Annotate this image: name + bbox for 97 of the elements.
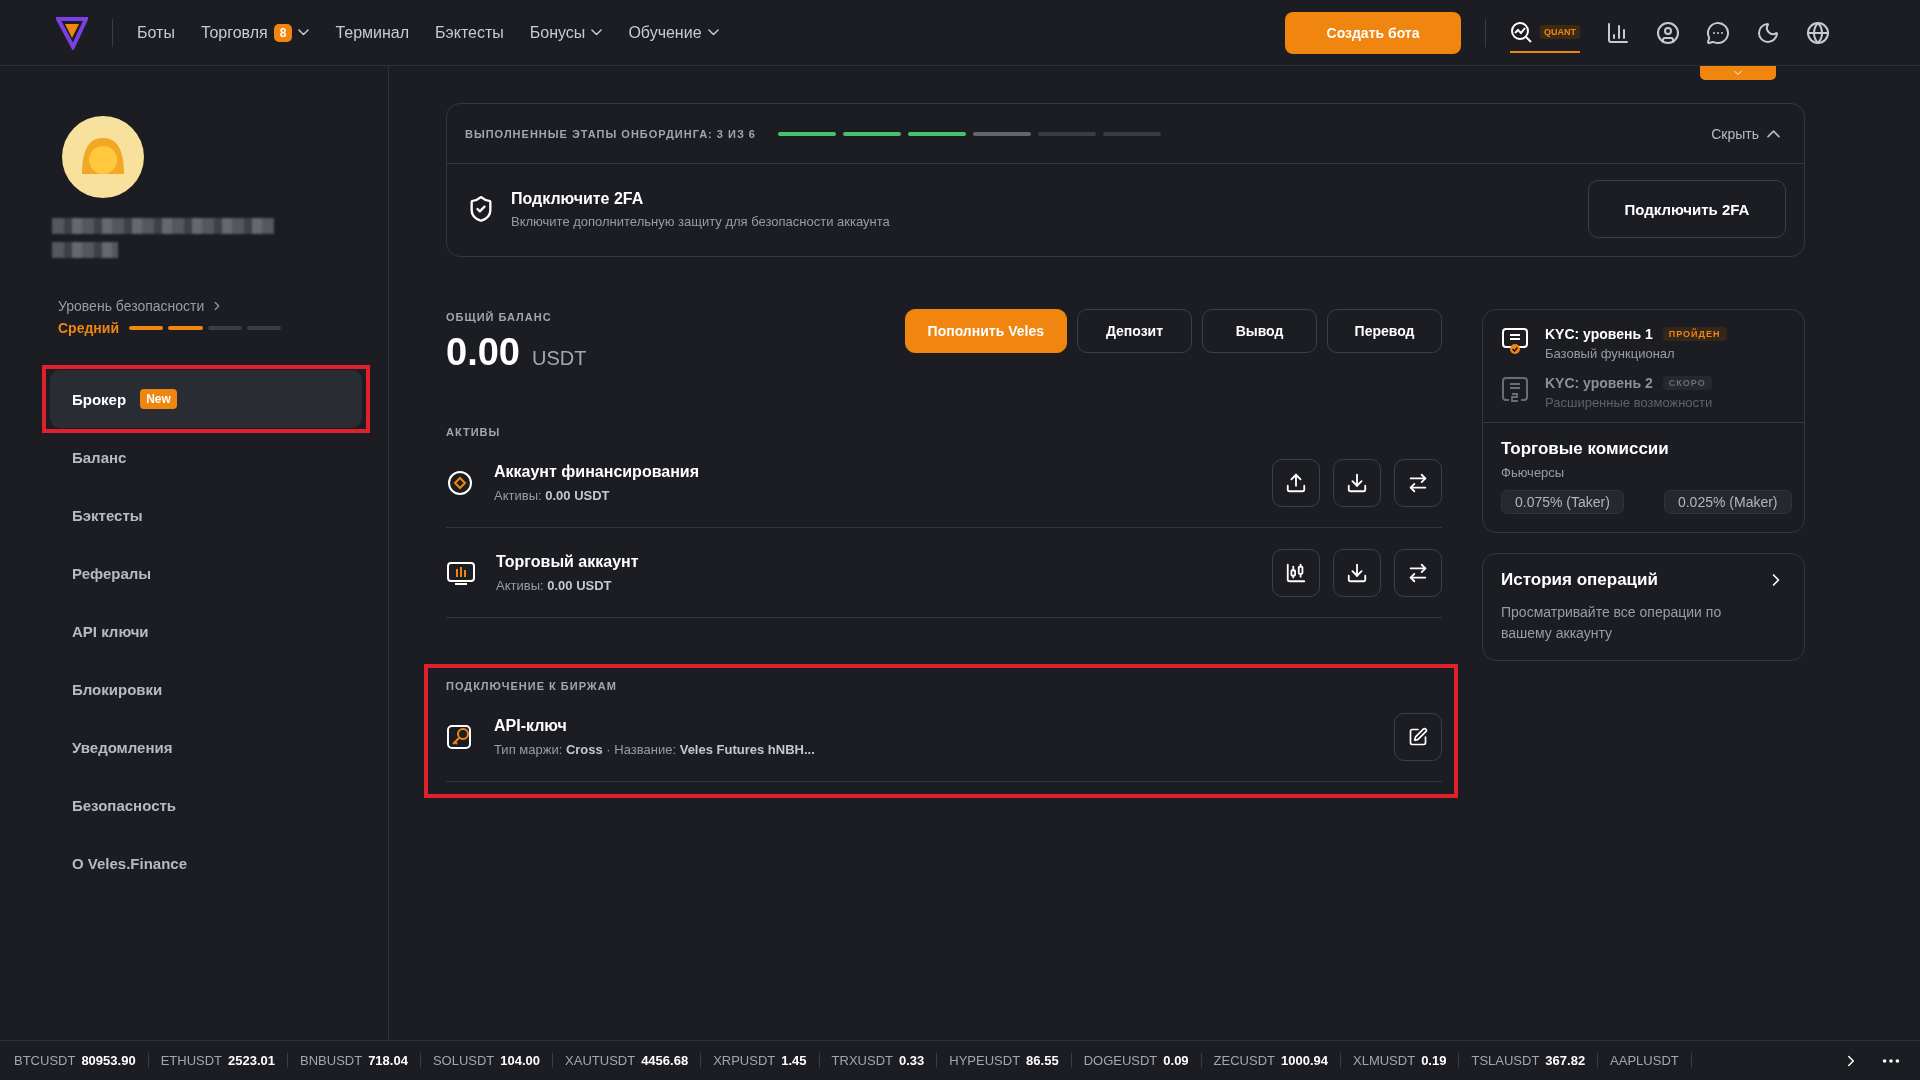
ticker-item[interactable]: XRPUSDT 1.45 bbox=[713, 1053, 820, 1068]
balance-currency: USDT bbox=[531, 347, 587, 370]
account-action-button[interactable] bbox=[1333, 458, 1381, 507]
certificate-icon bbox=[1501, 326, 1531, 356]
account-action-button[interactable] bbox=[1272, 458, 1320, 507]
ticker-item[interactable]: AAPLUSDT bbox=[1610, 1053, 1692, 1068]
transfer-icon bbox=[1407, 561, 1429, 584]
history-title: История операций bbox=[1501, 570, 1658, 590]
connect-2fa-button[interactable]: Подключить 2FA bbox=[1588, 180, 1786, 238]
coin-icon bbox=[446, 468, 474, 497]
kyc-status-badge: ПРОЙДЕН bbox=[1662, 327, 1727, 341]
api-key-details: Тип маржи: Cross · Название: Veles Futures hNBH... bbox=[494, 741, 815, 757]
section-label: ОБЩИЙ БАЛАНС bbox=[446, 311, 553, 323]
nav-link[interactable]: Обучение bbox=[628, 23, 719, 42]
balance-amount: 0.00 bbox=[446, 331, 520, 374]
nav-link[interactable]: Бонусы bbox=[529, 23, 603, 42]
chevron-down-icon bbox=[591, 28, 603, 37]
history-description: Просматривайте все операции по вашему аккаунту bbox=[1501, 603, 1723, 643]
hide-button[interactable]: Скрыть bbox=[1705, 124, 1786, 143]
sidebar-item[interactable]: Бэктесты bbox=[50, 486, 362, 544]
ticker-item[interactable]: BNBUSDT 718.04 bbox=[300, 1053, 421, 1068]
moon-icon[interactable] bbox=[1756, 20, 1780, 45]
balance-action-button[interactable]: Перевод bbox=[1327, 309, 1442, 353]
ticker-item[interactable]: ZECUSDT 1000.94 bbox=[1213, 1053, 1341, 1068]
fee-chip: 0.025% (Maker) bbox=[1663, 490, 1792, 514]
ticker-item[interactable]: HYPEUSDT 86.55 bbox=[949, 1053, 1072, 1068]
account-assets: Активы: 0.00 USDT bbox=[496, 577, 613, 593]
fees-title: Торговые комиссии bbox=[1501, 439, 1670, 459]
section-label: АКТИВЫ bbox=[446, 426, 502, 438]
quant-tag: QUANT bbox=[1540, 24, 1580, 39]
account-action-button[interactable] bbox=[1272, 548, 1320, 597]
account-name: Торговый аккаунт bbox=[496, 552, 639, 571]
kyc-status-badge: СКОРО bbox=[1662, 376, 1712, 390]
account-action-button[interactable] bbox=[1394, 458, 1442, 507]
chat-icon[interactable] bbox=[1706, 20, 1730, 45]
chart-icon bbox=[446, 559, 476, 586]
account-action-button[interactable] bbox=[1394, 548, 1442, 597]
task-description: Включите дополнительную защиту для безопасности аккаунта bbox=[511, 213, 890, 229]
nav-link[interactable]: Боты bbox=[137, 23, 175, 42]
sidebar-item[interactable]: Блокировки bbox=[50, 660, 362, 718]
sidebar-item[interactable]: Безопасность bbox=[50, 776, 362, 834]
nav-link[interactable]: Терминал bbox=[335, 23, 410, 42]
edit-button[interactable] bbox=[1394, 712, 1442, 761]
onboarding-title: ВЫПОЛНЕННЫЕ ЭТАПЫ ОНБОРДИНГА: 3 ИЗ 6 bbox=[465, 127, 756, 140]
task-title: Подключите 2FA bbox=[511, 189, 645, 208]
chevron-down-icon bbox=[707, 28, 719, 37]
kyc-description: Базовый функционал bbox=[1545, 346, 1676, 361]
chart-search-icon bbox=[1510, 20, 1534, 43]
quant-tab[interactable]: QUANT bbox=[1510, 20, 1580, 53]
kyc-level-title: KYC: уровень 1 bbox=[1545, 326, 1653, 342]
balance-action-button[interactable]: Депозит bbox=[1077, 309, 1192, 353]
nav-link[interactable]: Торговля 8 bbox=[200, 23, 310, 42]
ticker-item[interactable]: SOLUSDT 104.00 bbox=[432, 1053, 554, 1068]
certificate-icon bbox=[1501, 375, 1531, 405]
fee-chip: 0.075% (Taker) bbox=[1501, 490, 1624, 514]
chevron-down-icon bbox=[298, 28, 310, 37]
sidebar-item[interactable]: API ключи bbox=[50, 602, 362, 660]
balance-action-button[interactable]: Вывод bbox=[1202, 309, 1317, 353]
download-icon bbox=[1346, 471, 1368, 494]
blurred-name bbox=[52, 242, 118, 258]
user-icon[interactable] bbox=[1656, 20, 1680, 45]
sidebar-item[interactable]: О Veles.Finance bbox=[50, 834, 362, 892]
ticker-item[interactable]: XAUTUSDT 4456.68 bbox=[565, 1053, 702, 1068]
sidebar-item[interactable]: Рефералы bbox=[50, 544, 362, 602]
ticker-item[interactable]: TRXUSDT 0.33 bbox=[831, 1053, 938, 1068]
download-icon bbox=[1346, 561, 1368, 584]
ticker-item[interactable]: BTCUSDT 80953.90 bbox=[14, 1053, 149, 1068]
section-label: ПОДКЛЮЧЕНИЕ К БИРЖАМ bbox=[446, 680, 618, 692]
upload-icon bbox=[1285, 471, 1307, 494]
ticker-item[interactable]: ETHUSDT 2523.01 bbox=[160, 1053, 288, 1068]
new-badge: New bbox=[140, 389, 177, 409]
api-key-title: API-ключ bbox=[494, 716, 568, 735]
ticker-item[interactable]: DOGEUSDT 0.09 bbox=[1083, 1053, 1202, 1068]
ticker-item[interactable]: XLMUSDT 0.19 bbox=[1353, 1053, 1460, 1068]
fees-subtitle: Фьючерсы bbox=[1501, 465, 1566, 480]
security-level-link[interactable]: Уровень безопасности bbox=[58, 298, 362, 314]
account-name: Аккаунт финансирования bbox=[494, 462, 699, 481]
kyc-level-title: KYC: уровень 2 bbox=[1545, 375, 1653, 391]
history-card[interactable]: История операций Просматривайте все операции по вашему аккаунту bbox=[1482, 553, 1805, 661]
candlestick-icon bbox=[1285, 561, 1307, 584]
logo-icon bbox=[56, 15, 88, 50]
edit-icon bbox=[1408, 726, 1428, 747]
kyc-description: Расширенные возможности bbox=[1545, 395, 1713, 410]
chevron-up-icon bbox=[1767, 129, 1780, 138]
transfer-icon bbox=[1407, 471, 1429, 494]
bar-chart-icon[interactable] bbox=[1606, 20, 1630, 45]
sidebar-item[interactable]: Брокер New bbox=[50, 370, 362, 428]
globe-icon[interactable] bbox=[1806, 20, 1830, 45]
key-icon bbox=[446, 722, 474, 751]
security-level-value: Средний bbox=[58, 320, 119, 336]
sidebar-item[interactable]: Уведомления bbox=[50, 718, 362, 776]
account-action-button[interactable] bbox=[1333, 548, 1381, 597]
count-badge: 8 bbox=[273, 23, 293, 42]
nav-link[interactable]: Бэктесты bbox=[435, 23, 504, 42]
sidebar-item[interactable]: Баланс bbox=[50, 428, 362, 486]
ticker-item[interactable]: TSLAUSDT 367.82 bbox=[1471, 1053, 1599, 1068]
account-assets: Активы: 0.00 USDT bbox=[494, 487, 611, 503]
